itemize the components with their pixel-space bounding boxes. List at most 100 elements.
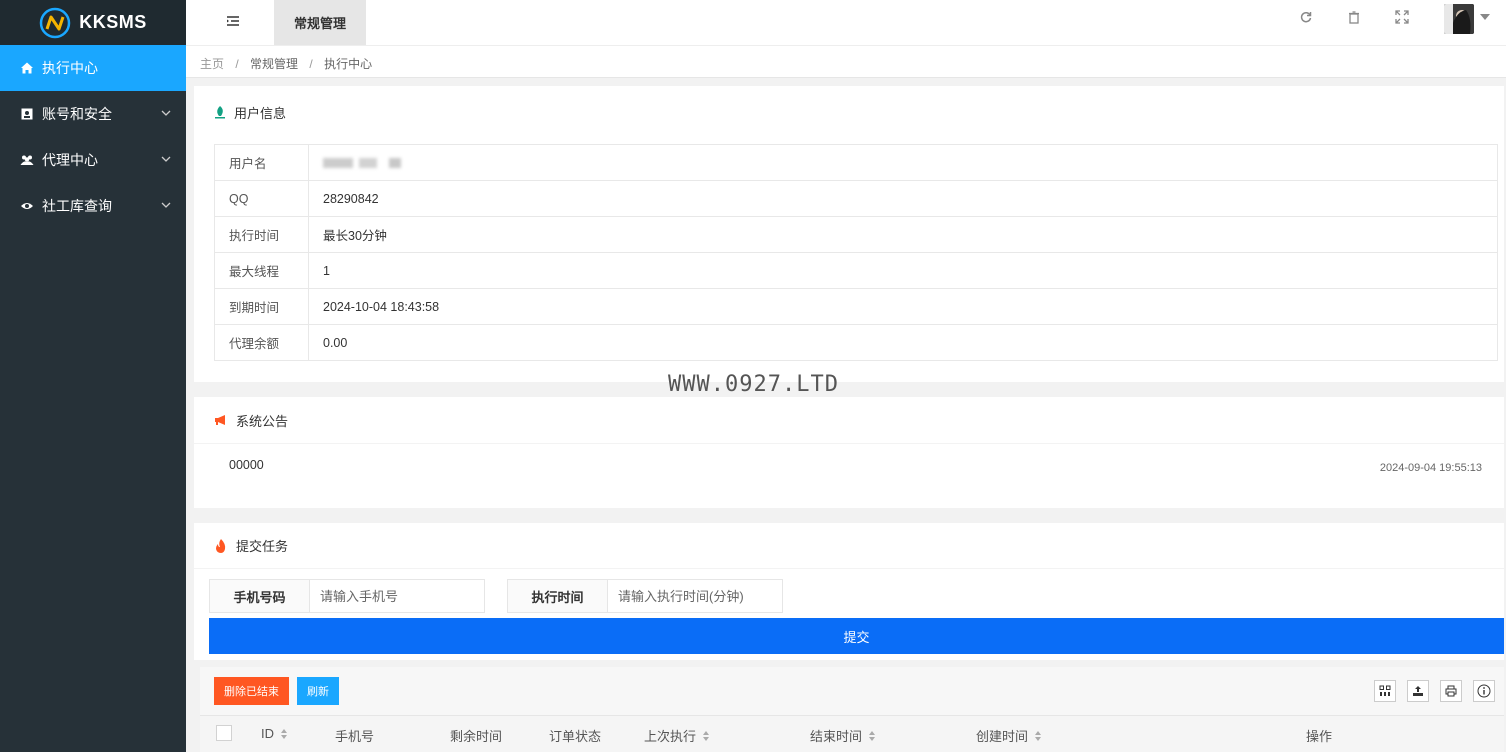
logo[interactable]: KKSMS [0,0,186,45]
column-label: 结束时间 [810,729,863,744]
phone-field-group: 手机号码 [209,579,485,613]
column-label: 上次执行 [644,729,697,744]
sort-icon [869,730,876,741]
column-header-created[interactable]: 创建时间 [976,726,1042,745]
notice-body: 00000 2024-09-04 19:55:13 [194,444,1504,499]
column-header-id[interactable]: ID [261,726,288,741]
column-header-actions: 操作 [1306,726,1332,745]
column-label: ID [261,726,274,741]
info-value-username [308,144,1498,181]
delete-finished-button[interactable]: 删除已结束 [214,677,289,705]
table-row: QQ 28290842 [214,180,1498,217]
table-row: 用户名 [214,144,1498,181]
info-icon [1477,684,1491,698]
breadcrumb-home[interactable]: 主页 [200,57,224,71]
chevron-down-icon [161,110,171,116]
home-icon [21,62,33,74]
info-key: 最大线程 [214,252,309,289]
trash-icon[interactable] [1347,10,1361,24]
sort-icon [1035,730,1042,741]
column-label: 剩余时间 [450,729,503,744]
sidebar-item-social-lookup[interactable]: 社工库查询 [0,183,186,229]
info-value: 0.00 [308,324,1498,361]
table-header: ID 手机号 剩余时间 订单状态 上次执行 结束时间 创建时间 操作 [200,715,1504,752]
sidebar-item-exec-center[interactable]: 执行中心 [0,45,186,91]
table-row: 执行时间 最长30分钟 [214,216,1498,253]
column-label: 操作 [1306,729,1333,744]
submit-task-card: 提交任务 手机号码 执行时间 提交 [194,523,1504,660]
users-icon [20,155,34,165]
column-header-phone: 手机号 [335,726,374,745]
blurred-username [323,158,443,169]
info-key: 用户名 [214,144,309,181]
task-table: 删除已结束 刷新 ID 手机号 剩余时间 订单状态 上次执行 结束时间 创建时间… [200,667,1504,752]
info-value: 1 [308,252,1498,289]
tab-general-management[interactable]: 常规管理 [274,0,366,45]
sidebar-item-account-security[interactable]: 账号和安全 [0,91,186,137]
chevron-down-icon [161,156,171,162]
breadcrumb-separator: / [235,57,239,71]
logo-icon [39,7,71,38]
submit-button[interactable]: 提交 [209,618,1504,654]
export-icon [1413,686,1423,696]
info-key: 到期时间 [214,288,309,325]
info-key: QQ [214,180,309,217]
task-header: 提交任务 [194,523,1504,569]
column-label: 创建时间 [976,729,1029,744]
column-header-end-time[interactable]: 结束时间 [810,726,876,745]
info-value: 2024-10-04 18:43:58 [308,288,1498,325]
column-header-remaining: 剩余时间 [450,726,502,745]
breadcrumb-general[interactable]: 常规管理 [250,57,298,71]
refresh-button[interactable]: 刷新 [297,677,339,705]
exec-time-input[interactable] [608,580,782,612]
info-button[interactable] [1473,680,1495,702]
sidebar: KKSMS 执行中心 账号和安全 代理中心 社工库查询 [0,0,186,752]
fullscreen-icon[interactable] [1395,10,1409,24]
print-button[interactable] [1440,680,1462,702]
exec-time-field-group: 执行时间 [507,579,783,613]
info-value: 最长30分钟 [308,216,1498,253]
column-header-status: 订单状态 [549,726,601,745]
export-button[interactable] [1407,680,1429,702]
sidebar-item-label: 社工库查询 [42,198,112,214]
sidebar-item-proxy-center[interactable]: 代理中心 [0,137,186,183]
phone-input[interactable] [310,580,484,612]
columns-filter-button[interactable] [1374,680,1396,702]
column-label: 订单状态 [549,729,602,744]
user-info-header: 用户信息 [194,86,1504,138]
caret-down-icon[interactable] [1480,14,1490,20]
refresh-icon[interactable] [1299,10,1313,24]
leaf-icon [215,106,225,119]
phone-label: 手机号码 [210,580,310,612]
info-key: 执行时间 [214,216,309,253]
top-header: 常规管理 [186,0,1506,45]
chevron-down-icon [161,202,171,208]
table-row: 最大线程 1 [214,252,1498,289]
info-value: 28290842 [308,180,1498,217]
columns-icon [1379,685,1391,696]
column-header-last-run[interactable]: 上次执行 [644,726,710,745]
exec-time-label: 执行时间 [508,580,608,612]
eye-icon [21,203,33,209]
watermark: WWW.0927.LTD [668,372,839,397]
user-info-title: 用户信息 [234,105,287,121]
notice-card: 系统公告 00000 2024-09-04 19:55:13 [194,397,1504,508]
notice-text: 00000 [229,458,264,472]
notice-title: 系统公告 [236,413,289,429]
sort-icon [281,728,287,739]
table-row: 代理余额 0.00 [214,324,1498,361]
sidebar-item-label: 执行中心 [42,60,98,76]
table-row: 到期时间 2024-10-04 18:43:58 [214,288,1498,325]
logo-text: KKSMS [79,12,147,32]
avatar[interactable] [1444,4,1474,34]
sidebar-item-label: 账号和安全 [42,106,112,122]
notice-date: 2024-09-04 19:55:13 [1379,462,1482,474]
notice-header: 系统公告 [194,397,1504,444]
breadcrumb: 主页 / 常规管理 / 执行中心 [186,45,1506,78]
select-all-checkbox[interactable] [216,725,232,741]
breadcrumb-current: 执行中心 [324,57,373,71]
menu-toggle-icon[interactable] [226,14,240,28]
fire-icon [216,538,226,553]
sidebar-item-label: 代理中心 [42,152,98,168]
print-icon [1445,685,1457,697]
